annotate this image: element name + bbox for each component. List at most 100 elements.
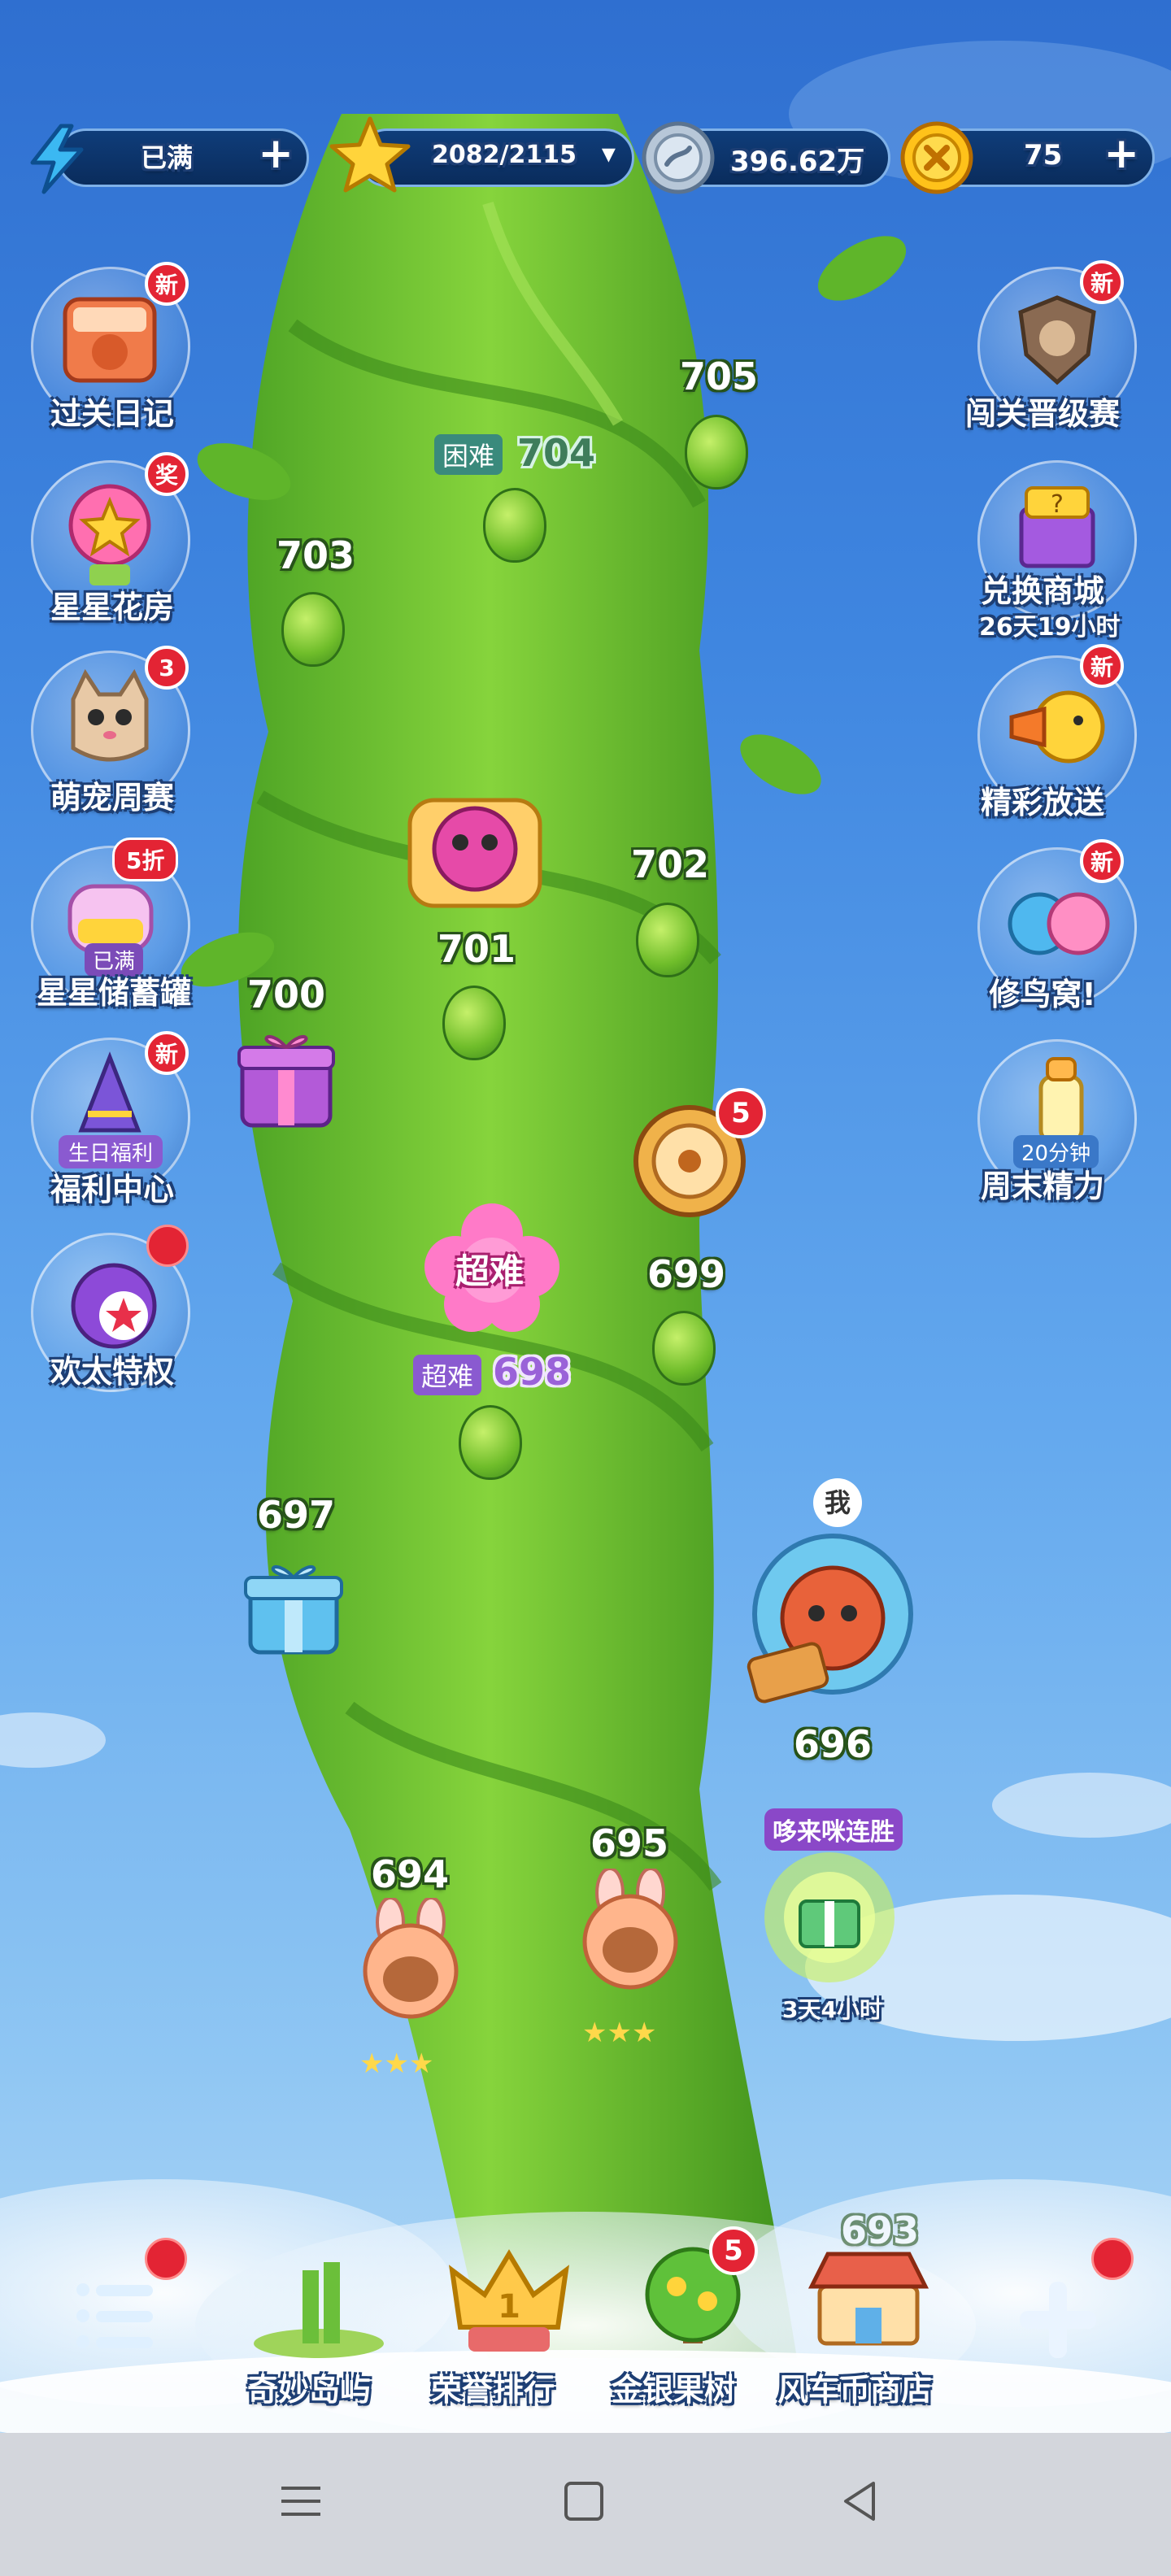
birthday-welfare-tag: 生日福利 — [59, 1135, 163, 1168]
menu-notification-dot — [145, 2238, 187, 2280]
nav-honor-ranking-label: 荣誉排行 — [431, 2372, 555, 2408]
piggy-bank-label: 星星储蓄罐 — [36, 975, 191, 1011]
star-flower-badge: 奖 — [145, 452, 189, 496]
super-hard-flower-label: 超难 — [455, 1251, 525, 1291]
system-nav-bar — [0, 2433, 1171, 2576]
highlights-button[interactable]: 新 精彩放送 — [947, 644, 1137, 826]
silver-coin-icon — [642, 121, 715, 194]
mystery-box-icon: ? — [1019, 486, 1095, 568]
nest-label: 修鸟窝! — [989, 977, 1096, 1012]
level-diary-button[interactable]: 新 过关日记 — [0, 259, 190, 437]
player-avatar[interactable] — [735, 1529, 922, 1708]
me-marker: 我 — [813, 1478, 862, 1527]
gift-box-697-icon[interactable] — [241, 1553, 346, 1659]
star-flower-house-button[interactable]: 奖 星星花房 — [0, 452, 190, 631]
level-698-difficulty-tag: 超难 — [413, 1355, 482, 1395]
home-icon[interactable] — [559, 2477, 608, 2526]
nest-badge: 新 — [1080, 839, 1124, 883]
flower-icon — [68, 484, 151, 585]
gold-silver-tree-badge: 5 — [709, 2226, 758, 2275]
svg-text:1: 1 — [498, 2288, 520, 2326]
star-piggy-bank-button[interactable]: 已满 5折 星星储蓄罐 — [0, 838, 191, 1016]
welfare-label: 福利中心 — [50, 1172, 174, 1208]
back-icon[interactable] — [836, 2477, 885, 2526]
weekend-energy-button[interactable]: 20分钟 周末精力 — [947, 1031, 1137, 1210]
level-diary-badge: 新 — [145, 262, 189, 306]
add-button[interactable] — [1013, 2275, 1103, 2365]
piggy-bank-discount-badge: 5折 — [112, 838, 179, 881]
energy-status: 已满 — [141, 142, 194, 173]
svg-text:?: ? — [1051, 490, 1064, 519]
highlights-label: 精彩放送 — [980, 785, 1104, 820]
fortune-wheel-badge: 5 — [716, 1088, 766, 1138]
lightning-icon — [30, 124, 84, 194]
birds-icon — [1008, 892, 1110, 955]
level-703-node[interactable] — [281, 592, 345, 667]
weekend-energy-label: 周末精力 — [980, 1168, 1104, 1204]
octopus-boss-node[interactable] — [402, 784, 548, 914]
exchange-mall-button[interactable]: ? 兑换商城 26天19小时 — [947, 452, 1137, 642]
repair-nest-button[interactable]: 新 修鸟窝! — [947, 839, 1137, 1018]
nav-wonder-island-label: 奇妙岛屿 — [247, 2372, 372, 2408]
shop-icon — [808, 2252, 929, 2346]
level-705-node[interactable] — [685, 415, 748, 490]
gold-coin-icon — [900, 121, 973, 194]
exchange-label: 兑换商城 — [980, 573, 1104, 609]
level-701-node[interactable] — [442, 986, 506, 1060]
level-701-label: 701 — [437, 927, 516, 971]
cat-icon — [71, 668, 149, 762]
diary-book-icon — [63, 297, 157, 383]
level-702-label: 702 — [631, 842, 710, 886]
promotion-badge: 新 — [1080, 260, 1124, 304]
list-menu-icon — [76, 2283, 153, 2348]
welfare-badge: 新 — [145, 1031, 189, 1075]
level-704-label: 704 — [517, 431, 596, 475]
level-699-label: 699 — [647, 1252, 726, 1296]
gold-add-icon[interactable]: + — [1104, 129, 1139, 178]
star-flower-label: 星星花房 — [50, 590, 174, 625]
level-698-node[interactable] — [459, 1405, 522, 1480]
level-698-label: 698 — [493, 1350, 572, 1394]
privilege-star-icon — [71, 1263, 157, 1349]
stars-count: 2082/2115 — [432, 141, 577, 169]
level-diary-label: 过关日记 — [50, 396, 174, 432]
level-700-label: 700 — [247, 973, 326, 1016]
menu-button[interactable] — [67, 2267, 164, 2365]
level-704-difficulty-tag: 困难 — [434, 434, 503, 475]
nav-gold-silver-tree-label: 金银果树 — [612, 2372, 736, 2408]
level-704-node[interactable] — [483, 488, 546, 563]
level-702-node[interactable] — [636, 903, 699, 977]
energy-bar[interactable]: 已满 + — [57, 128, 309, 187]
level-705-label: 705 — [680, 355, 759, 398]
streak-timer: 3天4小时 — [782, 1996, 882, 2023]
level-703-label: 703 — [276, 533, 355, 577]
level-697-label: 697 — [257, 1493, 336, 1537]
coins-count: 396.62万 — [730, 146, 865, 178]
streak-gift-node[interactable] — [756, 1844, 903, 1991]
exchange-timer: 26天19小时 — [979, 613, 1121, 642]
recent-apps-icon[interactable] — [276, 2477, 325, 2526]
level-694-bunny-node[interactable] — [350, 1898, 472, 2020]
chevron-down-icon[interactable]: ▾ — [602, 137, 616, 170]
plus-icon — [1020, 2282, 1096, 2358]
gold-count: 75 — [1024, 139, 1063, 172]
energy-add-icon[interactable]: + — [258, 129, 294, 178]
pet-weekly-badge: 3 — [145, 646, 189, 690]
pet-weekly-button[interactable]: 3 萌宠周赛 — [0, 642, 190, 821]
highlights-badge: 新 — [1080, 644, 1124, 688]
promotion-label: 闯关晋级赛 — [964, 396, 1120, 432]
huantai-privilege-button[interactable]: 欢太特权 — [0, 1225, 190, 1403]
level-699-node[interactable] — [652, 1311, 716, 1386]
level-695-bunny-node[interactable] — [569, 1869, 691, 1991]
add-notification-dot — [1091, 2238, 1134, 2280]
promotion-contest-button[interactable]: 新 闯关晋级赛 — [947, 259, 1137, 437]
shield-icon — [1018, 295, 1096, 385]
privilege-notification-dot — [146, 1225, 189, 1267]
gift-box-700-icon[interactable] — [236, 1026, 337, 1132]
welfare-center-button[interactable]: 生日福利 新 福利中心 — [0, 1029, 190, 1208]
level-695-label: 695 — [590, 1821, 669, 1865]
privilege-label: 欢太特权 — [50, 1354, 174, 1390]
nav-windmill-shop-label: 风车币商店 — [777, 2372, 933, 2408]
pet-weekly-label: 萌宠周赛 — [50, 780, 174, 816]
star-icon — [329, 116, 411, 193]
